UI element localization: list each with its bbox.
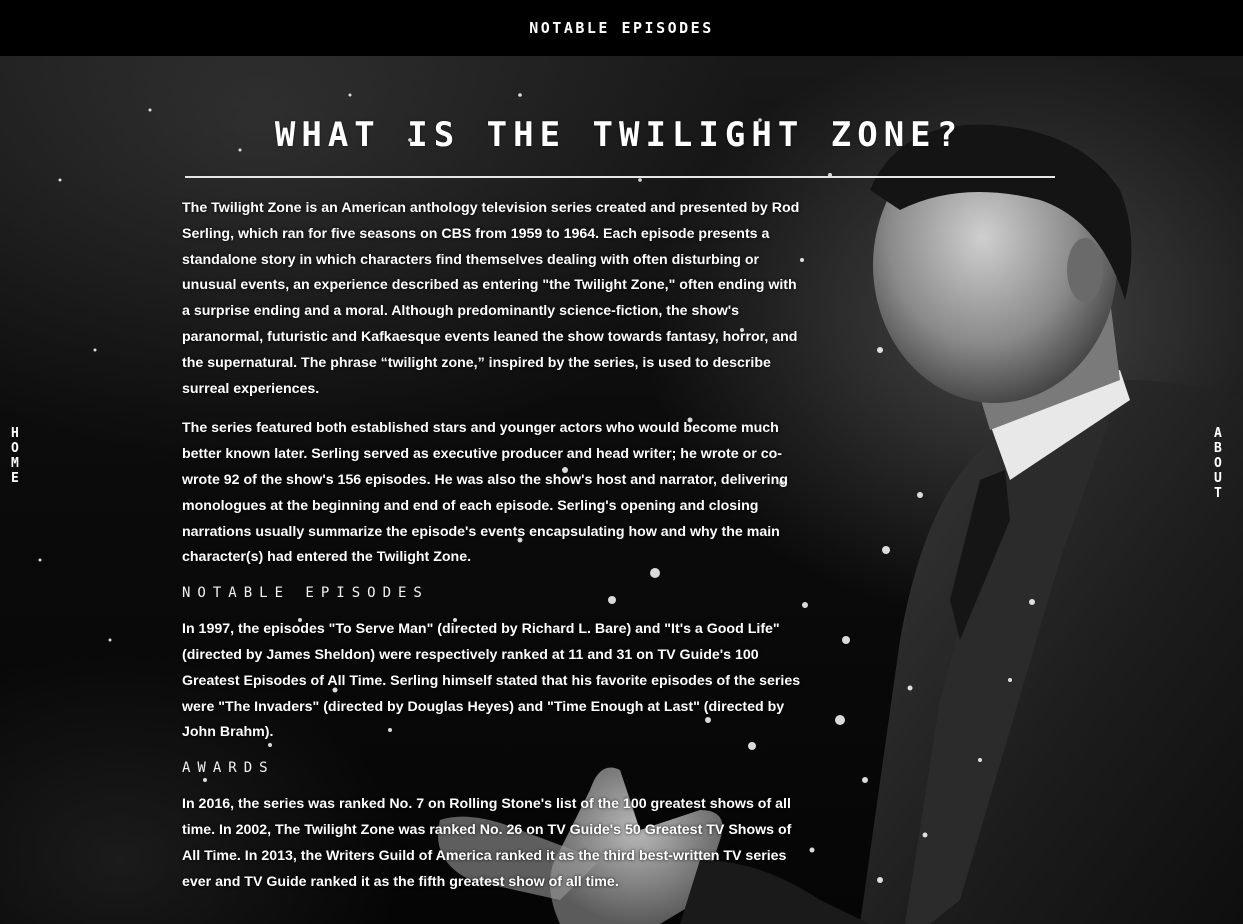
- nav-about-letter: U: [1214, 471, 1222, 486]
- top-nav-bar: NOTABLE EPISODES: [0, 0, 1243, 56]
- title-divider: [185, 176, 1055, 178]
- notable-episodes-heading: NOTABLE EPISODES: [182, 585, 429, 602]
- intro-paragraph-1: The Twilight Zone is an American antholo…: [182, 200, 800, 397]
- notable-episodes-paragraph: In 1997, the episodes "To Serve Man" (di…: [182, 621, 801, 741]
- nav-about-letter: T: [1214, 486, 1222, 501]
- nav-home-letter: O: [11, 441, 19, 456]
- nav-link-home[interactable]: H O M E: [11, 426, 19, 486]
- nav-about-letter: O: [1214, 456, 1222, 471]
- intro-paragraph-2: The series featured both established sta…: [182, 420, 788, 566]
- nav-home-letter: H: [11, 426, 19, 441]
- awards-paragraph: In 2016, the series was ranked No. 7 on …: [182, 796, 792, 890]
- nav-about-letter: B: [1214, 441, 1222, 456]
- nav-link-notable-episodes[interactable]: NOTABLE EPISODES: [529, 19, 714, 37]
- page-title: WHAT IS THE TWILIGHT ZONE?: [274, 115, 964, 155]
- nav-home-letter: M: [11, 456, 19, 471]
- main-content: WHAT IS THE TWILIGHT ZONE? The Twilight …: [182, 112, 1062, 909]
- article-body: The Twilight Zone is an American antholo…: [182, 196, 807, 895]
- nav-home-letter: E: [11, 471, 19, 486]
- nav-about-letter: A: [1214, 426, 1222, 441]
- awards-heading: AWARDS: [182, 760, 275, 777]
- nav-link-about[interactable]: A B O U T: [1214, 426, 1222, 501]
